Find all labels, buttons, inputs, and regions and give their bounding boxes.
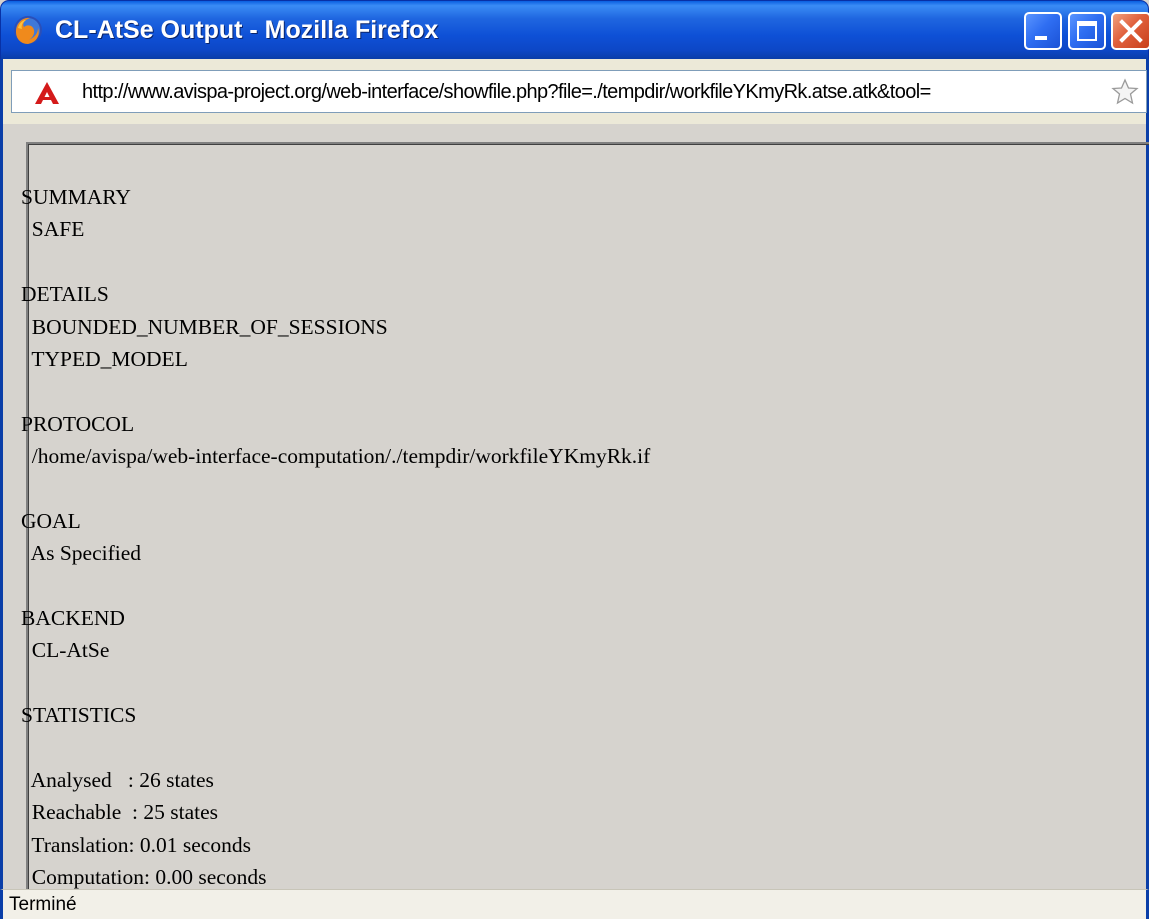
status-bar: Terminé <box>0 889 1149 919</box>
output-line: As Specified <box>21 541 142 566</box>
output-line: TYPED_MODEL <box>21 346 188 371</box>
analysis-output: SUMMARY SAFE DETAILS BOUNDED_NUMBER_OF_SE… <box>21 181 650 894</box>
output-line: PROTOCOL <box>21 411 135 436</box>
address-bar: http://www.avispa-project.org/web-interf… <box>0 59 1149 124</box>
firefox-icon <box>12 14 44 46</box>
minimize-button[interactable] <box>1024 12 1062 50</box>
status-text: Terminé <box>9 894 77 915</box>
title-bar[interactable]: CL-AtSe Output - Mozilla Firefox <box>0 0 1149 59</box>
output-line: CL-AtSe <box>21 638 110 663</box>
output-line: Analysed : 26 states <box>21 768 214 793</box>
url-field[interactable]: http://www.avispa-project.org/web-interf… <box>11 70 1147 113</box>
maximize-button[interactable] <box>1068 12 1106 50</box>
output-line: DETAILS <box>21 282 109 307</box>
minimize-icon <box>1035 36 1047 40</box>
star-icon[interactable] <box>1111 78 1139 111</box>
maximize-icon <box>1077 21 1097 41</box>
close-button[interactable] <box>1111 12 1149 50</box>
output-line: STATISTICS <box>21 703 137 728</box>
url-text: http://www.avispa-project.org/web-interf… <box>82 81 931 103</box>
output-line: Reachable : 25 states <box>21 800 219 825</box>
output-line: GOAL <box>21 508 81 533</box>
output-line: SUMMARY <box>21 185 131 209</box>
output-line: BACKEND <box>21 606 125 631</box>
avispa-site-icon <box>34 81 60 110</box>
window-title: CL-AtSe Output - Mozilla Firefox <box>55 16 439 44</box>
output-line: /home/avispa/web-interface-computation/.… <box>21 444 651 469</box>
page-content[interactable]: SUMMARY SAFE DETAILS BOUNDED_NUMBER_OF_SE… <box>0 124 1149 902</box>
close-icon <box>1119 19 1143 43</box>
output-line: BOUNDED_NUMBER_OF_SESSIONS <box>21 314 388 339</box>
output-line: SAFE <box>21 217 85 242</box>
output-line: Translation: 0.01 seconds <box>21 832 251 857</box>
